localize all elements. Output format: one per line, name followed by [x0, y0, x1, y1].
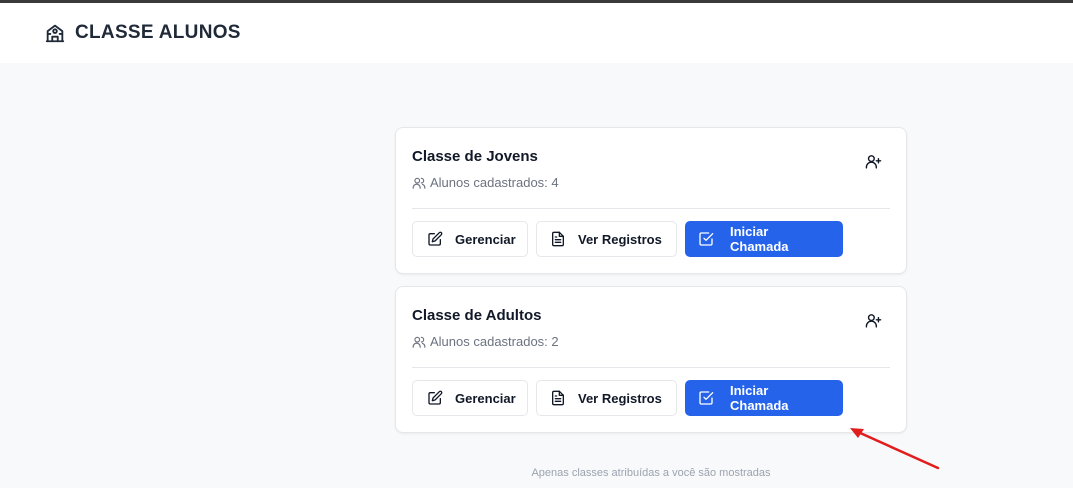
student-count-label: Alunos cadastrados: 4 [430, 175, 559, 190]
manage-button[interactable]: Gerenciar [412, 221, 528, 257]
manage-button-label: Gerenciar [455, 390, 516, 406]
start-attendance-button-label: Iniciar Chamada [730, 224, 789, 254]
school-icon [44, 22, 66, 44]
class-name: Classe de Adultos [412, 307, 542, 324]
start-attendance-button-label: Iniciar Chamada [730, 383, 789, 413]
check-square-icon [698, 390, 714, 406]
app-header: CLASSE ALUNOS [0, 3, 1073, 63]
footer-note: Apenas classes atribuídas a você são mos… [531, 467, 771, 479]
card-divider [412, 208, 890, 209]
app-title: CLASSE ALUNOS [75, 22, 241, 43]
user-plus-icon [865, 313, 881, 328]
edit-icon [427, 231, 443, 247]
file-text-icon [550, 390, 566, 406]
users-icon [412, 335, 426, 349]
add-student-button[interactable] [862, 150, 884, 172]
start-attendance-button[interactable]: Iniciar Chamada [685, 221, 843, 257]
annotation-arrow [850, 428, 940, 470]
add-student-button[interactable] [862, 309, 884, 331]
view-records-button-label: Ver Registros [578, 231, 662, 247]
manage-button[interactable]: Gerenciar [412, 380, 528, 416]
card-divider [412, 367, 890, 368]
card-actions: Gerenciar Ver Registros Iniciar Chamada [412, 221, 843, 257]
class-card: Classe de Jovens Alunos cadastrados: 4 G… [395, 127, 907, 274]
class-card: Classe de Adultos Alunos cadastrados: 2 … [395, 286, 907, 433]
student-count-label: Alunos cadastrados: 2 [430, 334, 559, 349]
view-records-button[interactable]: Ver Registros [536, 380, 677, 416]
edit-icon [427, 390, 443, 406]
view-records-button[interactable]: Ver Registros [536, 221, 677, 257]
card-actions: Gerenciar Ver Registros Iniciar Chamada [412, 380, 843, 416]
class-name: Classe de Jovens [412, 148, 538, 165]
manage-button-label: Gerenciar [455, 231, 516, 247]
file-text-icon [550, 231, 566, 247]
student-count: Alunos cadastrados: 4 [412, 175, 559, 190]
view-records-button-label: Ver Registros [578, 390, 662, 406]
check-square-icon [698, 231, 714, 247]
user-plus-icon [865, 154, 881, 169]
start-attendance-button[interactable]: Iniciar Chamada [685, 380, 843, 416]
users-icon [412, 176, 426, 190]
student-count: Alunos cadastrados: 2 [412, 334, 559, 349]
